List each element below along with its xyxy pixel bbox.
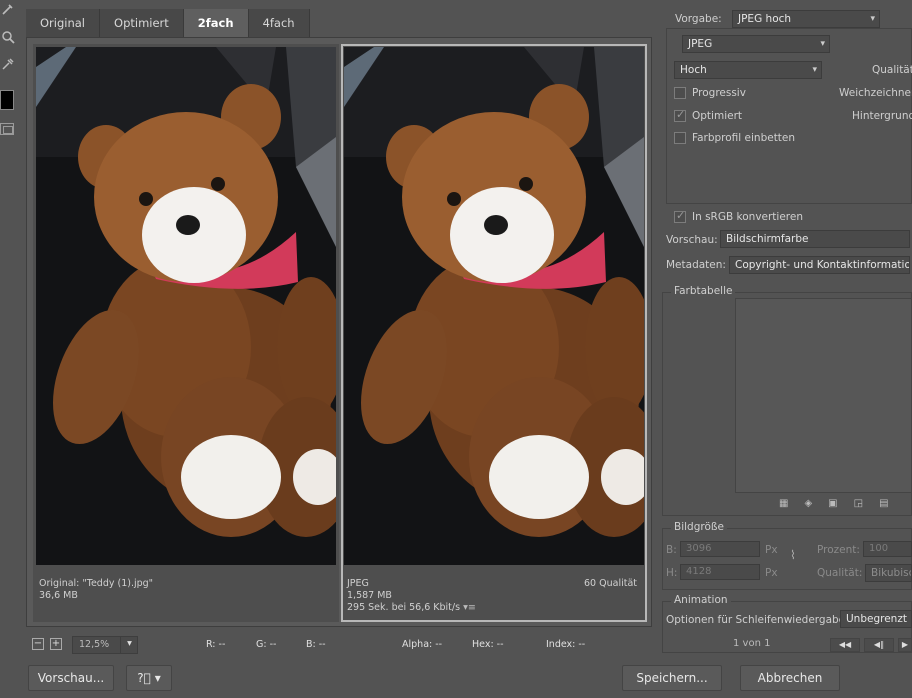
srgb-label: In sRGB konvertieren	[692, 211, 804, 223]
metadata-label: Metadaten:	[666, 259, 726, 271]
color-table[interactable]	[735, 298, 912, 493]
srgb-checkbox[interactable]	[674, 209, 686, 223]
green-readout: G: --	[256, 639, 277, 650]
chevron-down-icon: ▾	[154, 671, 161, 685]
zoom-out-button[interactable]: −	[32, 638, 44, 650]
loop-label: Optionen für Schleifenwiedergabe:	[666, 614, 849, 626]
slice-visibility-toggle[interactable]	[0, 123, 14, 135]
optimized-label: Optimiert	[692, 110, 743, 122]
color-table-title: Farbtabelle	[671, 285, 736, 297]
new-color-icon[interactable]: ◲	[854, 498, 879, 509]
web-snap-icon[interactable]: ▦	[779, 498, 804, 509]
original-info: Original: "Teddy (1).jpg" 36,6 MB	[39, 578, 153, 602]
preset-label: Vorgabe:	[675, 13, 722, 25]
chevron-down-icon: ▾	[812, 65, 817, 75]
resample-label: Qualität:	[817, 567, 863, 579]
tab-2up[interactable]: 2fach	[183, 9, 249, 37]
preview-dropdown[interactable]: Bildschirmfarbe	[720, 230, 910, 248]
download-menu-icon[interactable]: ▾≡	[463, 602, 476, 613]
original-pane[interactable]: Original: "Teddy (1).jpg" 36,6 MB	[33, 44, 339, 622]
optimized-image	[344, 47, 644, 565]
width-unit: Px	[765, 544, 778, 556]
optimized-checkbox[interactable]	[674, 108, 686, 122]
image-size-title: Bildgröße	[671, 521, 727, 533]
preview-button[interactable]: Vorschau...	[28, 665, 114, 691]
optimized-filesize: 1,587 MB	[347, 590, 392, 601]
embed-profile-label: Farbprofil einbetten	[692, 132, 796, 144]
width-label: B:	[666, 544, 677, 556]
progressive-label: Progressiv	[692, 87, 746, 99]
previous-frame-button[interactable]: ◀‖	[864, 638, 894, 652]
chevron-down-icon[interactable]: ▾	[120, 636, 138, 654]
optimized-download-time: 295 Sek. bei 56,6 Kbit/s ▾≡	[347, 602, 476, 613]
format-dropdown[interactable]: JPEG ▾	[682, 35, 830, 53]
quality-preset-dropdown[interactable]: Hoch ▾	[674, 61, 822, 79]
original-filename: Original: "Teddy (1).jpg"	[39, 578, 154, 589]
color-picker-icon[interactable]	[1, 57, 15, 71]
tab-optimized[interactable]: Optimiert	[100, 9, 184, 37]
chevron-down-icon: ▾	[820, 39, 825, 49]
zoom-icon[interactable]	[1, 30, 15, 44]
lock-icon[interactable]: ▣	[828, 498, 853, 509]
quality-label: Qualität	[872, 64, 912, 76]
index-readout: Index: --	[546, 639, 586, 650]
blur-label: Weichzeichnen	[839, 87, 912, 99]
tab-4up[interactable]: 4fach	[248, 9, 310, 37]
percent-field[interactable]: 100	[863, 541, 912, 557]
eyedropper-icon[interactable]	[1, 2, 15, 16]
hex-readout: Hex: --	[472, 639, 504, 650]
height-unit: Px	[765, 567, 778, 579]
optimized-format: JPEG	[347, 578, 369, 589]
height-label: H:	[666, 567, 678, 579]
settings-panel: Vorgabe: JPEG hoch ▾ JPEG ▾ Hoch ▾ Qualität…	[655, 0, 912, 698]
chevron-down-icon: ▾	[870, 14, 875, 24]
cube-icon[interactable]: ◈	[804, 498, 828, 509]
help-icon: ?⃝	[137, 671, 151, 685]
tool-strip	[0, 0, 18, 150]
preset-dropdown[interactable]: JPEG hoch ▾	[732, 10, 880, 28]
color-swatch[interactable]	[0, 90, 14, 110]
preview-label: Vorschau:	[666, 234, 718, 246]
height-field[interactable]: 4128	[680, 564, 760, 580]
alpha-readout: Alpha: --	[402, 639, 443, 650]
trash-icon[interactable]: ▤	[879, 498, 904, 509]
play-button[interactable]: ▶	[898, 638, 912, 652]
resample-dropdown[interactable]: Bikubisch	[865, 564, 912, 582]
help-menu-button[interactable]: ?⃝ ▾	[126, 665, 172, 691]
first-frame-button[interactable]: ◀◀	[830, 638, 860, 652]
optimized-pane[interactable]: JPEG 1,587 MB 295 Sek. bei 56,6 Kbit/s ▾…	[341, 44, 647, 622]
percent-label: Prozent:	[817, 544, 860, 556]
width-field[interactable]: 3096	[680, 541, 760, 557]
progressive-checkbox[interactable]	[674, 87, 686, 99]
optimized-quality: 60 Qualität	[584, 578, 637, 589]
zoom-in-button[interactable]: +	[50, 638, 62, 650]
preview-area: Original: "Teddy (1).jpg" 36,6 MB JPEG 1…	[26, 37, 652, 627]
original-filesize: 36,6 MB	[39, 590, 78, 601]
embed-profile-checkbox[interactable]	[674, 132, 686, 144]
blue-readout: B: --	[306, 639, 326, 650]
animation-title: Animation	[671, 594, 731, 606]
matte-label: Hintergrund	[852, 110, 912, 122]
optimized-info: JPEG 1,587 MB 295 Sek. bei 56,6 Kbit/s ▾…	[347, 578, 476, 614]
metadata-dropdown[interactable]: Copyright- und Kontaktinformationen	[729, 256, 910, 274]
link-icon[interactable]: ⌇	[790, 548, 800, 574]
loop-dropdown[interactable]: Unbegrenzt	[840, 610, 912, 628]
status-bar: − + 12,5% ▾ R: -- G: -- B: -- Alpha: -- …	[26, 636, 652, 656]
red-readout: R: --	[206, 639, 226, 650]
original-image	[36, 47, 336, 565]
color-table-tools: ▦◈▣◲▤	[779, 498, 909, 512]
frame-counter: 1 von 1	[733, 638, 771, 649]
view-tabs: Original Optimiert 2fach 4fach	[26, 9, 310, 37]
tab-original[interactable]: Original	[26, 9, 101, 37]
